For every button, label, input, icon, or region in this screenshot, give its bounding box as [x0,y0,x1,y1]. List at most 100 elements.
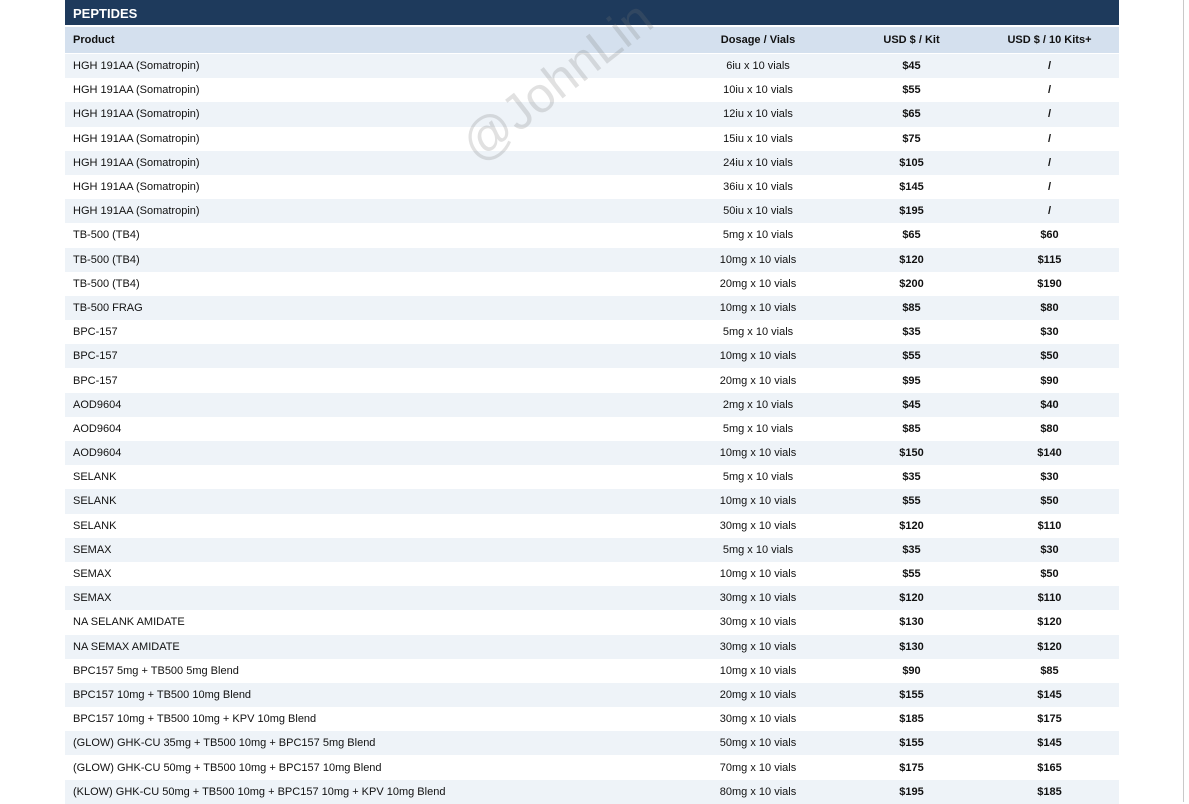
dosage-cell: 10mg x 10 vials [673,441,843,466]
price-10kits-cell: $30 [980,465,1119,490]
price-kit-cell: $195 [843,779,980,804]
table-row: HGH 191AA (Somatropin) 10iu x 10 vials $55… [65,78,1119,103]
price-10kits-cell: $80 [980,416,1119,441]
product-cell: AOD9604 [65,441,673,466]
price-kit-cell: $105 [843,150,980,175]
table-row: HGH 191AA (Somatropin) 36iu x 10 vials $14… [65,174,1119,200]
price-kit-cell: $85 [843,295,980,321]
price-10kits-cell: $145 [980,731,1119,756]
price-kit-cell: $185 [843,707,980,732]
table-row: AOD9604 5mg x 10 vials $85 $80 [65,416,1119,441]
dosage-cell: 20mg x 10 vials [673,368,843,393]
table-row: TB-500 (TB4) 20mg x 10 vials $200 $190 [65,271,1119,296]
dosage-cell: 5mg x 10 vials [673,416,843,441]
product-cell: TB-500 (TB4) [65,223,673,248]
product-cell: BPC157 10mg + TB500 10mg + KPV 10mg Blen… [65,707,673,732]
price-kit-cell: $35 [843,320,980,345]
dosage-cell: 10mg x 10 vials [673,561,843,587]
dosage-cell: 30mg x 10 vials [673,586,843,611]
dosage-cell: 30mg x 10 vials [673,634,843,659]
dosage-cell: 15iu x 10 vials [673,126,843,151]
price-10kits-cell: $60 [980,223,1119,248]
price-kit-cell: $45 [843,53,980,79]
price-kit-cell: $155 [843,731,980,756]
price-kit-cell: $120 [843,586,980,611]
dosage-cell: 10mg x 10 vials [673,247,843,272]
product-cell: (GLOW) GHK-CU 50mg + TB500 10mg + BPC157… [65,755,673,780]
price-10kits-cell: $115 [980,247,1119,272]
price-10kits-cell: / [980,53,1119,79]
dosage-cell: 5mg x 10 vials [673,465,843,490]
price-10kits-cell: $140 [980,441,1119,466]
price-10kits-cell: / [980,199,1119,224]
price-kit-cell: $35 [843,537,980,562]
price-kit-cell: $195 [843,199,980,224]
price-10kits-cell: / [980,102,1119,127]
product-cell: BPC-157 [65,368,673,393]
dosage-cell: 6iu x 10 vials [673,53,843,79]
product-cell: NA SELANK AMIDATE [65,610,673,635]
product-cell: AOD9604 [65,416,673,441]
dosage-cell: 5mg x 10 vials [673,320,843,345]
product-cell: SELANK [65,513,673,538]
table-row: SEMAX 10mg x 10 vials $55 $50 [65,561,1119,587]
price-kit-cell: $75 [843,126,980,151]
product-cell: HGH 191AA (Somatropin) [65,78,673,103]
price-10kits-cell: $90 [980,368,1119,393]
dosage-cell: 10iu x 10 vials [673,78,843,103]
price-kit-cell: $65 [843,102,980,127]
section-title: PEPTIDES [65,0,1119,27]
table-row: SELANK 10mg x 10 vials $55 $50 [65,489,1119,514]
dosage-cell: 20mg x 10 vials [673,682,843,708]
price-10kits-cell: $185 [980,779,1119,804]
product-cell: TB-500 FRAG [65,295,673,321]
price-kit-cell: $55 [843,489,980,514]
dosage-cell: 10mg x 10 vials [673,658,843,683]
price-kit-cell: $145 [843,174,980,200]
dosage-cell: 30mg x 10 vials [673,610,843,635]
product-cell: HGH 191AA (Somatropin) [65,150,673,175]
price-kit-cell: $150 [843,441,980,466]
dosage-cell: 10mg x 10 vials [673,295,843,321]
product-cell: HGH 191AA (Somatropin) [65,199,673,224]
product-cell: SELANK [65,465,673,490]
price-kit-cell: $155 [843,682,980,708]
price-table: Product Dosage / Vials USD $ / Kit USD $… [65,27,1119,804]
dosage-cell: 50iu x 10 vials [673,199,843,224]
price-kit-cell: $35 [843,465,980,490]
price-kit-cell: $45 [843,392,980,417]
table-row: BPC-157 10mg x 10 vials $55 $50 [65,344,1119,369]
table-row: (GLOW) GHK-CU 35mg + TB500 10mg + BPC157… [65,731,1119,756]
table-row: HGH 191AA (Somatropin) 50iu x 10 vials $19… [65,199,1119,224]
column-header-price-10kits: USD $ / 10 Kits+ [980,27,1119,54]
product-cell: BPC157 5mg + TB500 5mg Blend [65,658,673,683]
price-kit-cell: $130 [843,634,980,659]
price-kit-cell: $55 [843,561,980,587]
dosage-cell: 5mg x 10 vials [673,223,843,248]
table-row: TB-500 FRAG 10mg x 10 vials $85 $80 [65,295,1119,321]
dosage-cell: 2mg x 10 vials [673,392,843,417]
price-kit-cell: $200 [843,271,980,296]
price-10kits-cell: $85 [980,658,1119,683]
price-kit-cell: $120 [843,247,980,272]
price-kit-cell: $85 [843,416,980,441]
table-row: NA SEMAX AMIDATE 30mg x 10 vials $130 $120 [65,634,1119,659]
price-sheet: PEPTIDES Product Dosage / Vials USD $ / … [65,0,1119,804]
dosage-cell: 12iu x 10 vials [673,102,843,127]
table-row: SEMAX 5mg x 10 vials $35 $30 [65,537,1119,562]
table-row: TB-500 (TB4) 5mg x 10 vials $65 $60 [65,223,1119,248]
product-cell: HGH 191AA (Somatropin) [65,174,673,200]
price-10kits-cell: $120 [980,610,1119,635]
product-cell: TB-500 (TB4) [65,271,673,296]
table-row: TB-500 (TB4) 10mg x 10 vials $120 $115 [65,247,1119,272]
product-cell: TB-500 (TB4) [65,247,673,272]
product-cell: SELANK [65,489,673,514]
dosage-cell: 10mg x 10 vials [673,344,843,369]
dosage-cell: 10mg x 10 vials [673,489,843,514]
table-row: SELANK 5mg x 10 vials $35 $30 [65,465,1119,490]
price-10kits-cell: $30 [980,537,1119,562]
price-kit-cell: $175 [843,755,980,780]
table-body: HGH 191AA (Somatropin) 6iu x 10 vials $45/… [65,53,1119,804]
product-cell: NA SEMAX AMIDATE [65,634,673,659]
column-header-price-kit: USD $ / Kit [843,27,980,54]
